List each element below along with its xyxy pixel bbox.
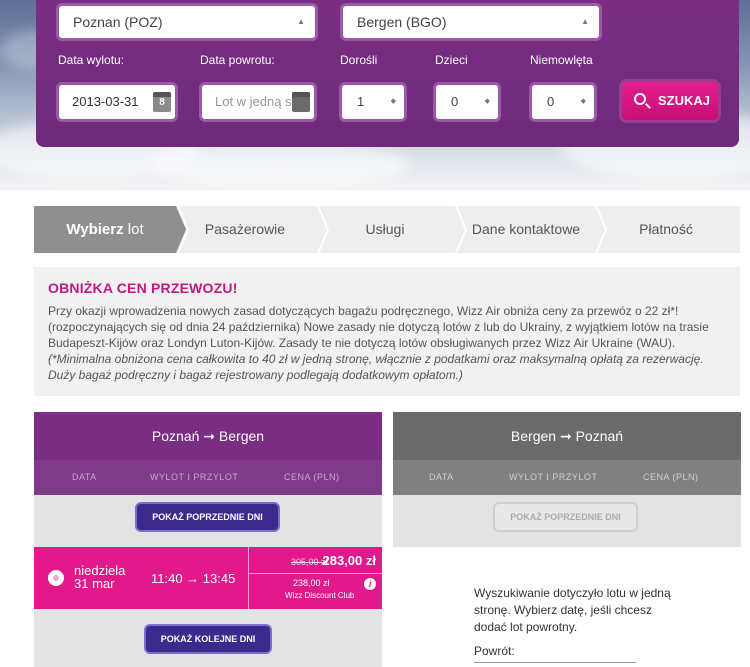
show-previous-days-button[interactable]: POKAŻ POPRZEDNIE DNI [135, 502, 280, 532]
club-label: Wizz Discount Club [285, 591, 355, 600]
column-flight: WYLOT I PRZYLOT [509, 472, 598, 482]
flight-option-row[interactable]: niedziela 31 mar 11:40 → 13:45 305,00 zł… [34, 547, 382, 609]
destination-value: Bergen (BGO) [357, 14, 447, 30]
flight-search-panel: Poznan (POZ) ▲ Bergen (BGO) ▲ Data wylot… [36, 0, 739, 147]
search-button-label: SZUKAJ [658, 93, 711, 108]
adults-label: Dorośli [340, 53, 378, 67]
outbound-flights-panel: Poznań ➞ Bergen DATA WYLOT I PRZYLOT CEN… [34, 412, 382, 667]
step-contact-details[interactable]: Dane kontaktowe [464, 206, 588, 253]
outbound-prev-zone: POKAŻ POPRZEDNIE DNI [34, 495, 382, 547]
infants-stepper[interactable]: 0 ◆ [529, 82, 597, 122]
price-divider [249, 573, 382, 574]
outbound-column-headers: DATA WYLOT I PRZYLOT CENA (PLN) [34, 460, 382, 495]
inbound-prev-zone: POKAŻ POPRZEDNIE DNI [393, 495, 741, 547]
children-value: 0 [451, 94, 459, 109]
return-date-input[interactable]: Lot w jedną st [199, 82, 317, 122]
return-label: Powrót: [474, 644, 515, 658]
show-next-days-button[interactable]: POKAŻ KOLEJNE DNI [144, 624, 272, 654]
flight-times: 11:40 → 13:45 [151, 571, 236, 586]
return-date-label: Data powrotu: [200, 53, 275, 67]
club-price: 238,00 zł [293, 578, 330, 588]
cloud-shape [150, 140, 410, 190]
calendar-icon[interactable] [292, 92, 310, 112]
infants-value: 0 [547, 94, 555, 109]
search-button[interactable]: SZUKAJ [622, 82, 718, 120]
show-previous-days-button[interactable]: POKAŻ POPRZEDNIE DNI [493, 502, 638, 532]
inbound-column-headers: DATA WYLOT I PRZYLOT CENA (PLN) [393, 460, 741, 495]
infants-label: Niemowlęta [530, 53, 593, 67]
column-flight: WYLOT I PRZYLOT [150, 472, 239, 482]
column-price: CENA (PLN) [643, 472, 699, 482]
step-payment[interactable]: Płatność [606, 206, 726, 253]
destination-select[interactable]: Bergen (BGO) ▲ [340, 3, 602, 41]
select-arrows-icon: ▲ [297, 17, 305, 26]
info-icon[interactable]: i [364, 578, 376, 590]
inbound-flights-panel: Bergen ➞ Poznań DATA WYLOT I PRZYLOT CEN… [393, 412, 741, 547]
outbound-next-zone: POKAŻ KOLEJNE DNI [34, 609, 382, 667]
origin-select[interactable]: Poznan (POZ) ▲ [56, 3, 318, 41]
return-search-info: Wyszukiwanie dotyczyło lotu w jedną stro… [474, 586, 671, 634]
select-arrows-icon: ▲ [581, 17, 589, 26]
children-stepper[interactable]: 0 ◆ [433, 82, 501, 122]
price-notice: OBNIŻKA CEN PRZEWOZU! Przy okazji wprowa… [34, 267, 740, 396]
flight-radio-button[interactable] [48, 570, 64, 586]
return-date-placeholder: Lot w jedną st [215, 94, 296, 109]
flight-prices: 305,00 zł 283,00 zł 238,00 zł Wizz Disco… [248, 547, 382, 609]
step-label-rest: lot [127, 221, 144, 238]
step-label-bold: Wybierz [66, 221, 124, 238]
notice-footnote: (*Minimalna obniżona cena całkowita to 4… [48, 352, 704, 382]
current-price: 283,00 zł [322, 553, 377, 568]
flight-date-value: 31 mar [74, 576, 115, 591]
column-date: DATA [72, 472, 97, 482]
column-price: CENA (PLN) [284, 472, 340, 482]
origin-value: Poznan (POZ) [73, 14, 163, 30]
adults-stepper[interactable]: 1 ◆ [339, 82, 407, 122]
notice-body: Przy okazji wprowadzenia nowych zasad do… [48, 304, 709, 350]
notice-title: OBNIŻKA CEN PRZEWOZU! [48, 280, 238, 296]
step-choose-flight[interactable]: Wybierz lot [34, 206, 176, 253]
return-date-field[interactable] [474, 662, 636, 667]
children-label: Dzieci [435, 53, 468, 67]
flight-date: niedziela 31 mar [74, 564, 125, 590]
departure-date-value: 2013-03-31 [72, 94, 139, 109]
search-icon [634, 93, 646, 105]
inbound-route-title: Bergen ➞ Poznań [393, 412, 741, 460]
departure-date-label: Data wylotu: [58, 53, 125, 67]
stepper-arrows-icon: ◆ [484, 98, 490, 105]
stepper-arrows-icon: ◆ [390, 98, 396, 105]
step-services[interactable]: Usługi [326, 206, 444, 253]
outbound-route-title: Poznań ➞ Bergen [34, 412, 382, 460]
column-date: DATA [429, 472, 454, 482]
stepper-arrows-icon: ◆ [580, 98, 586, 105]
calendar-icon[interactable]: 8 [153, 92, 171, 112]
step-passengers[interactable]: Pasażerowie [184, 206, 306, 253]
adults-value: 1 [357, 94, 365, 109]
departure-date-input[interactable]: 2013-03-31 8 [56, 82, 178, 122]
booking-steps: Wybierz lot Pasażerowie Usługi Dane kont… [34, 206, 740, 253]
